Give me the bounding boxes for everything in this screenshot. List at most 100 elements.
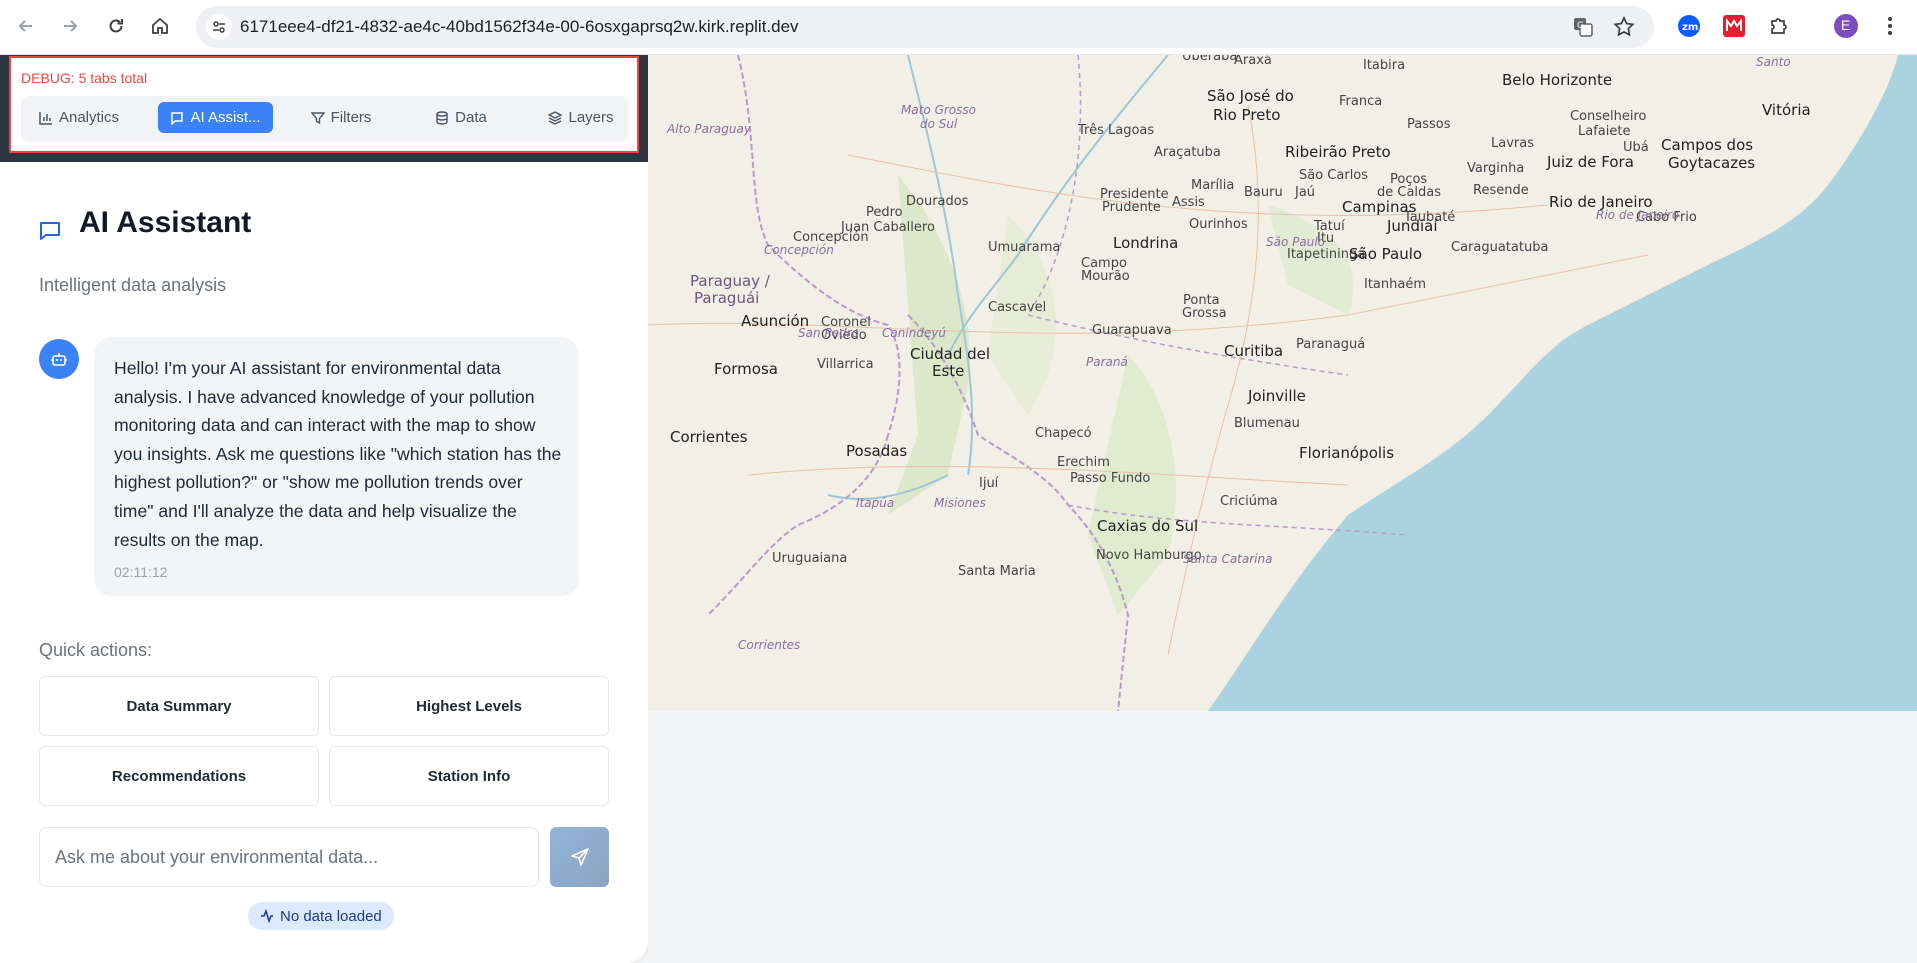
region-label: Canindeyú (882, 326, 946, 340)
assistant-message: Hello! I'm your AI assistant for environ… (94, 337, 579, 596)
map-label: Jaú (1295, 185, 1316, 200)
map-label: Marília (1191, 178, 1235, 193)
address-bar[interactable]: 6171eee4-df21-4832-ae4c-40bd1562f34e-00-… (196, 6, 1654, 48)
map-label: Pedro (866, 205, 903, 220)
map-label: Ribeirão Preto (1285, 143, 1391, 161)
station-info-button[interactable]: Station Info (329, 746, 609, 806)
tab-label: AI Assist... (190, 109, 261, 126)
map-label: Grossa (1182, 306, 1227, 321)
region-label: Santo (1756, 55, 1791, 69)
map-label: Blumenau (1234, 416, 1300, 431)
map-label: Uruguaiana (772, 551, 848, 566)
map-label: Resende (1473, 183, 1529, 198)
map-label: Joinville (1248, 387, 1306, 405)
map-label: Conselheiro (1570, 109, 1647, 124)
map-label: Criciúma (1220, 494, 1278, 509)
data-summary-button[interactable]: Data Summary (39, 676, 319, 736)
tab-analytics[interactable]: Analytics (29, 102, 129, 133)
map-label: Caxias do Sul (1097, 517, 1199, 535)
map-label: Itabira (1363, 58, 1406, 73)
reload-button[interactable] (99, 9, 133, 43)
zoom-extension-icon[interactable]: zm (1675, 12, 1703, 40)
arrow-left-icon (18, 20, 32, 32)
map-view[interactable]: Uberaba Araxá Itabira Belo Horizonte São… (648, 55, 1917, 711)
map-label: Ciudad del (910, 345, 991, 363)
region-label: Rio de Janeiro (1596, 208, 1680, 222)
tab-filters[interactable]: Filters (291, 102, 391, 133)
home-button[interactable] (143, 9, 177, 43)
tab-ai-assistant[interactable]: AI Assist... (158, 102, 273, 133)
map-label: Assis (1172, 195, 1205, 210)
home-icon (152, 17, 168, 34)
region-label: Corrientes (738, 638, 801, 652)
map-label: Araxá (1234, 55, 1272, 68)
recommendations-button[interactable]: Recommendations (39, 746, 319, 806)
debug-text: DEBUG: 5 tabs total (21, 70, 148, 86)
layers-icon (548, 110, 563, 125)
bot-icon (51, 353, 67, 366)
map-label: Passo Fundo (1070, 471, 1151, 486)
extensions-puzzle-icon[interactable] (1765, 12, 1793, 40)
map-label: Bauru (1244, 185, 1283, 200)
database-icon (436, 110, 448, 125)
message-square-icon (40, 222, 60, 240)
map-label: Passos (1407, 117, 1451, 132)
browser-toolbar: 6171eee4-df21-4832-ae4c-40bd1562f34e-00-… (0, 0, 1917, 55)
status-text: No data loaded (280, 907, 382, 925)
map-label: Mourão (1081, 269, 1130, 284)
highest-levels-button[interactable]: Highest Levels (329, 676, 609, 736)
tab-data[interactable]: Data (411, 102, 511, 133)
assistant-avatar (39, 339, 79, 379)
site-info-icon[interactable] (206, 14, 232, 40)
map-label: Itanhaém (1364, 277, 1427, 292)
tab-bar: Analytics AI Assist... Filters Data Laye… (21, 96, 628, 142)
country-label: Paraguái (694, 289, 760, 307)
map-label: Varginha (1467, 161, 1525, 176)
profile-avatar[interactable]: E (1832, 12, 1860, 40)
map-label: Dourados (906, 194, 969, 209)
map-label: Prudente (1102, 200, 1161, 215)
forward-button[interactable] (53, 9, 87, 43)
map-label: Guarapuava (1092, 323, 1172, 338)
map-label: São Paulo (1349, 245, 1423, 263)
map-label: Três Lagoas (1078, 123, 1155, 138)
tab-layers[interactable]: Layers (531, 102, 631, 133)
region-label: São Paulo (1266, 235, 1325, 249)
map-label: Araçatuba (1154, 145, 1221, 160)
browser-menu-icon[interactable] (1876, 12, 1904, 40)
map-label: Chapecó (1035, 426, 1092, 441)
map-label: Posadas (846, 442, 908, 460)
map-label: Belo Horizonte (1502, 71, 1613, 89)
send-button[interactable] (550, 827, 609, 887)
region-label: Alto Paraguay (667, 122, 751, 136)
back-button[interactable] (9, 9, 43, 43)
activity-icon (261, 909, 273, 923)
map-label: Umuarama (988, 240, 1061, 255)
region-label: Paraná (1086, 355, 1128, 369)
map-label: Jundiaí (1387, 217, 1438, 235)
map-label: São Carlos (1299, 168, 1369, 183)
status-badge: No data loaded (248, 902, 394, 930)
map-label: Uberaba (1182, 55, 1238, 64)
map-label: Campos dos (1661, 136, 1754, 154)
map-label: São José do (1207, 87, 1294, 105)
map-label: Santa Maria (958, 564, 1036, 579)
reload-icon (109, 19, 123, 33)
map-label: Florianópolis (1299, 444, 1395, 462)
map-label: Lafaiete (1578, 124, 1631, 139)
send-icon (570, 848, 589, 866)
extension-icon[interactable] (1720, 12, 1748, 40)
region-label: Concepción (764, 243, 834, 257)
map-label: Corrientes (670, 428, 748, 446)
message-timestamp: 02:11:12 (114, 564, 168, 580)
bookmark-star-icon[interactable] (1610, 13, 1638, 41)
tab-label: Data (455, 109, 487, 126)
map-empty-area (648, 711, 1917, 963)
tab-label: Filters (330, 109, 372, 126)
map-label: Vitória (1762, 101, 1811, 119)
translate-icon[interactable]: G (1569, 13, 1597, 41)
chat-icon (171, 111, 184, 125)
arrow-right-icon (64, 20, 78, 32)
quick-actions-label: Quick actions: (39, 640, 153, 660)
chat-input[interactable] (39, 827, 539, 887)
